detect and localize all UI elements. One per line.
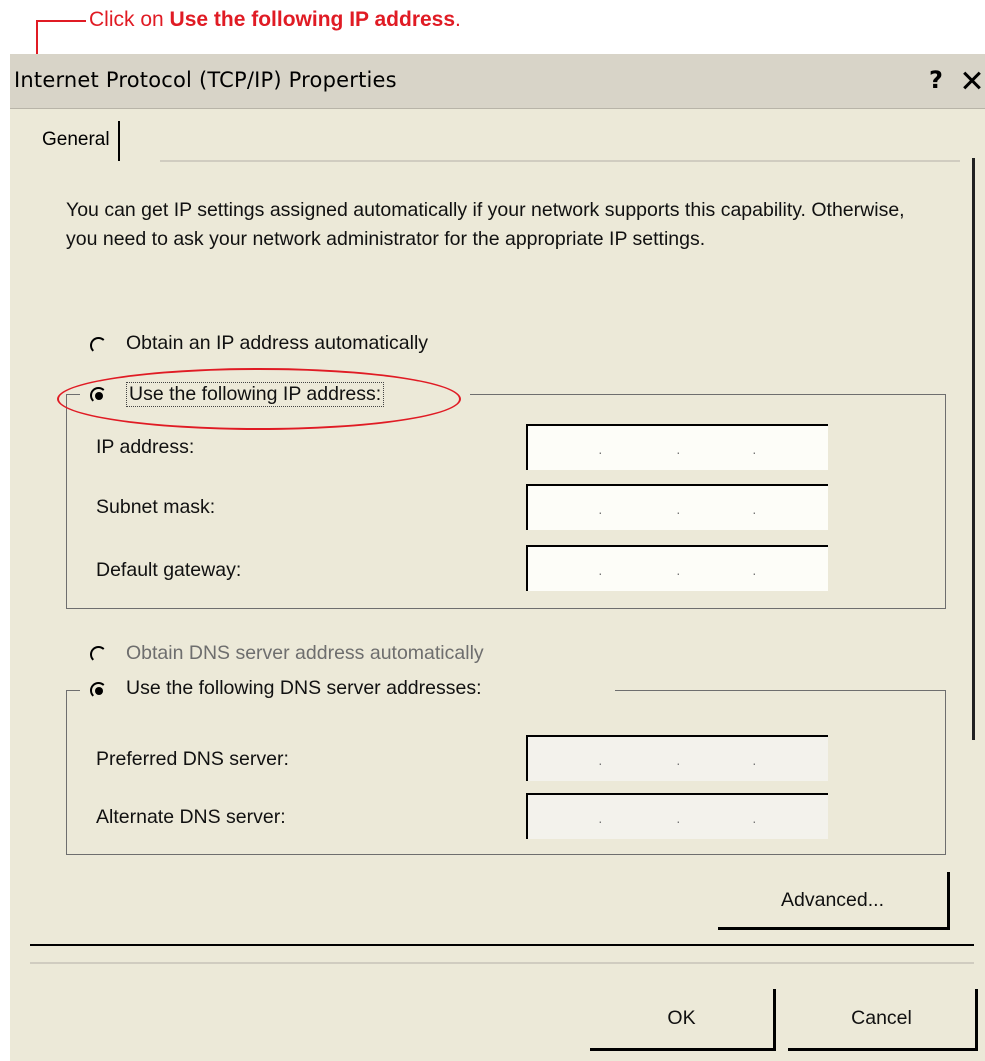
radio-ring xyxy=(90,646,107,663)
default-gateway-label: Default gateway: xyxy=(96,559,242,581)
subnet-mask-label: Subnet mask: xyxy=(96,496,216,518)
radio-obtain-ip-auto[interactable] xyxy=(90,337,107,354)
cancel-button[interactable]: Cancel xyxy=(788,989,978,1051)
ip-separator: · xyxy=(676,504,681,520)
dialog-separator-light xyxy=(30,962,974,964)
obtain-ip-auto-label[interactable]: Obtain an IP address automatically xyxy=(126,332,428,355)
ip-separator: · xyxy=(752,813,757,829)
tcpip-properties-dialog: Internet Protocol (TCP/IP) Properties ? … xyxy=(8,54,985,1061)
ip-separator: · xyxy=(598,755,603,771)
ip-separator: · xyxy=(752,444,757,460)
description-text: You can get IP settings assigned automat… xyxy=(66,199,905,250)
tab-panel-right-edge xyxy=(972,158,975,740)
ip-separator: · xyxy=(676,755,681,771)
ip-address-label: IP address: xyxy=(96,436,195,458)
dialog-separator xyxy=(30,944,974,946)
ip-address-field[interactable]: · · · xyxy=(526,424,828,470)
ip-separator: · xyxy=(598,444,603,460)
ip-separator: · xyxy=(752,755,757,771)
alternate-dns-label: Alternate DNS server: xyxy=(96,806,286,828)
preferred-dns-field[interactable]: · · · xyxy=(526,735,828,781)
ip-separator: · xyxy=(676,813,681,829)
tab-panel-top-edge xyxy=(160,160,960,162)
ip-separator: · xyxy=(598,504,603,520)
preferred-dns-label: Preferred DNS server: xyxy=(96,748,289,770)
callout-text: Click on Use the following IP address. xyxy=(89,8,461,32)
ip-separator: · xyxy=(598,565,603,581)
radio-use-following-dns[interactable] xyxy=(90,682,107,699)
title-bar: Internet Protocol (TCP/IP) Properties ? xyxy=(10,54,985,109)
use-following-dns-label[interactable]: Use the following DNS server addresses: xyxy=(126,677,482,700)
radio-obtain-dns-auto[interactable] xyxy=(90,646,107,663)
radio-selected-dot xyxy=(95,687,103,695)
callout-line-top xyxy=(36,20,86,22)
default-gateway-field[interactable]: · · · xyxy=(526,545,828,591)
subnet-mask-field[interactable]: · · · xyxy=(526,484,828,530)
ip-separator: · xyxy=(676,565,681,581)
callout-prefix: Click on xyxy=(89,8,170,31)
advanced-button[interactable]: Advanced... xyxy=(718,872,950,930)
callout-target: Use the following IP address xyxy=(169,8,456,31)
ip-separator: · xyxy=(598,813,603,829)
alternate-dns-field[interactable]: · · · xyxy=(526,793,828,839)
tab-general[interactable]: General xyxy=(38,121,120,161)
callout-suffix: . xyxy=(455,8,461,31)
ok-button[interactable]: OK xyxy=(590,989,776,1051)
help-button[interactable]: ? xyxy=(920,64,952,98)
window-title: Internet Protocol (TCP/IP) Properties xyxy=(14,68,397,92)
ip-separator: · xyxy=(676,444,681,460)
ip-separator: · xyxy=(752,565,757,581)
highlight-ellipse xyxy=(57,368,461,430)
obtain-dns-auto-label[interactable]: Obtain DNS server address automatically xyxy=(126,642,484,665)
ip-separator: · xyxy=(752,504,757,520)
close-button[interactable] xyxy=(956,64,985,98)
radio-ring xyxy=(90,337,107,354)
